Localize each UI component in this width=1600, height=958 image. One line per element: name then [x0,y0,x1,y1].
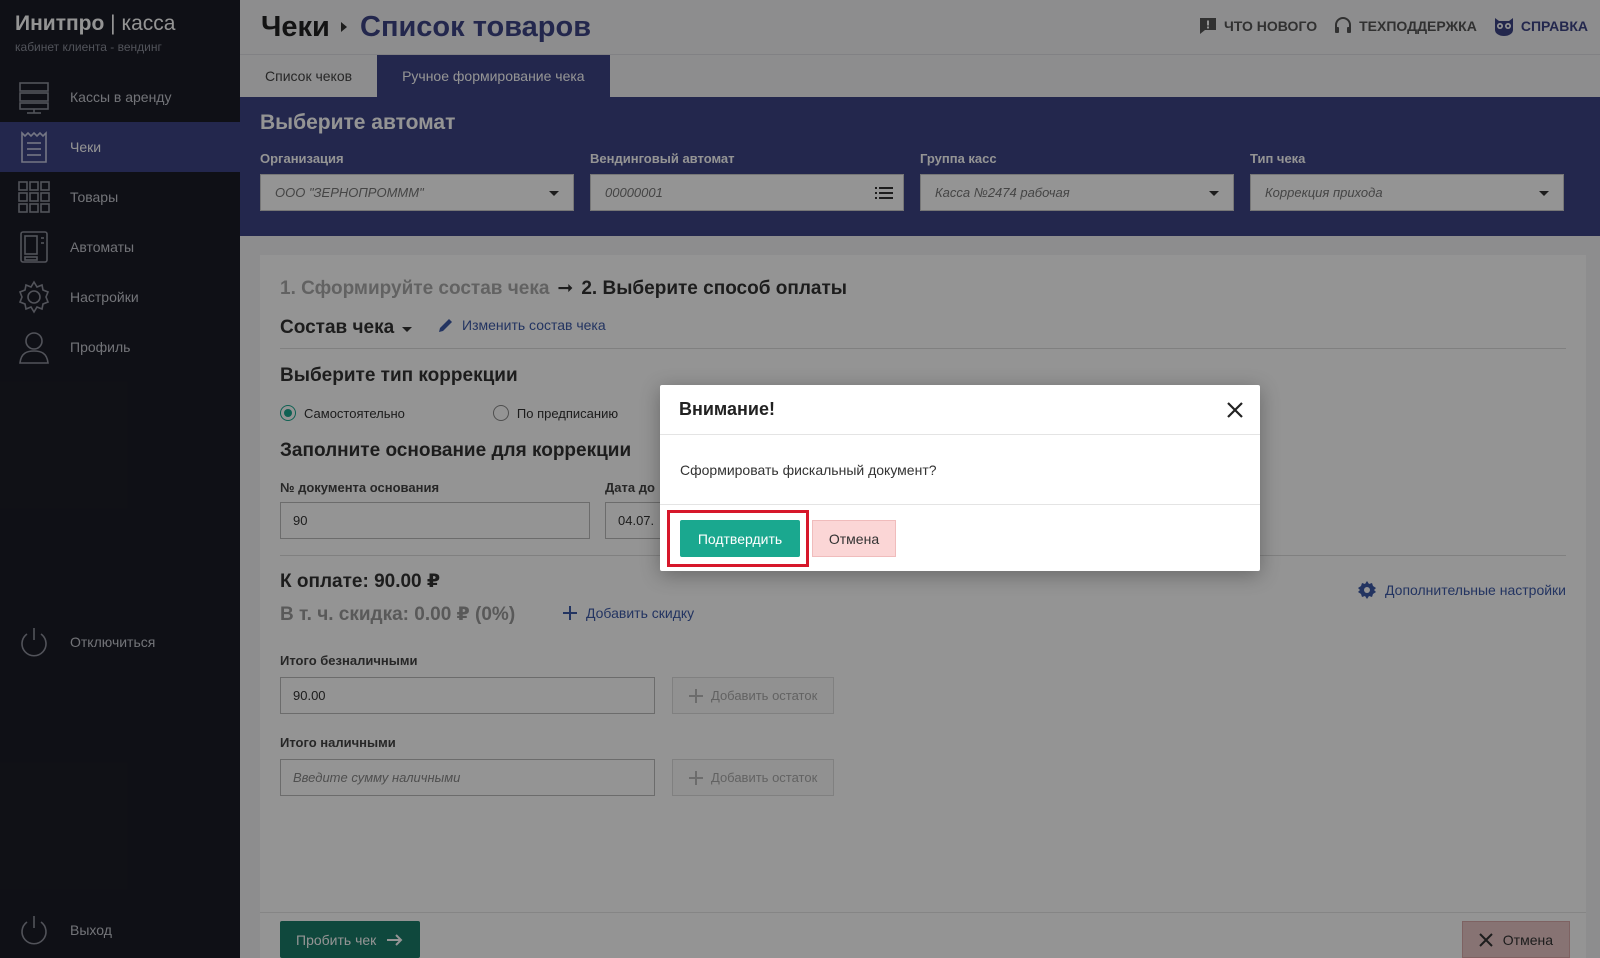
dialog-message: Сформировать фискальный документ? [660,435,1260,505]
cancel-button[interactable]: Отмена [812,520,896,557]
dialog-title: Внимание! [679,399,775,419]
dialog-header: Внимание! [660,385,1260,435]
dialog-footer: Подтвердить Отмена [660,505,1260,571]
confirm-dialog: Внимание! Сформировать фискальный докуме… [660,385,1260,571]
close-icon[interactable] [1224,399,1246,421]
confirm-button[interactable]: Подтвердить [680,520,800,557]
